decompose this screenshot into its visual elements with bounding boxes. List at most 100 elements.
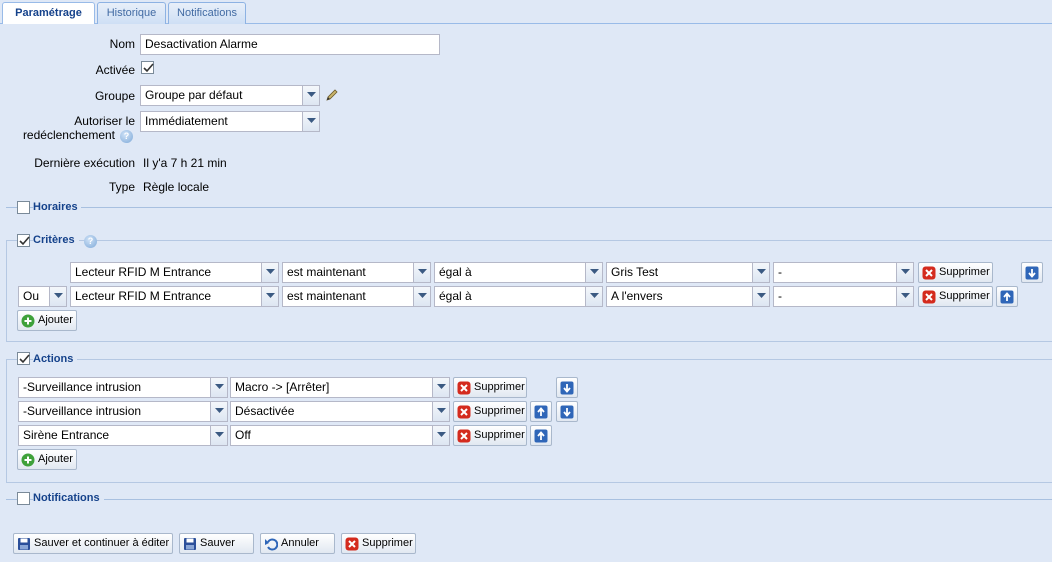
chevron-down-icon[interactable]: [432, 378, 449, 397]
criteria-value-value: A l'envers: [611, 289, 663, 303]
chevron-down-icon[interactable]: [261, 287, 278, 306]
criteria-device-value: Lecteur RFID M Entrance: [75, 265, 212, 279]
action-command-value: Macro -> [Arrêter]: [235, 380, 330, 394]
criteria-delete-button[interactable]: Supprimer: [918, 262, 993, 283]
criteria-delete-label: Supprimer: [939, 290, 990, 302]
criteria-extra-select[interactable]: -: [773, 286, 914, 307]
move-down-button[interactable]: [556, 401, 578, 422]
criteria-delete-label: Supprimer: [939, 266, 990, 278]
save-label: Sauver: [200, 537, 235, 549]
chevron-down-icon[interactable]: [210, 378, 227, 397]
arrow-down-icon: [560, 405, 574, 419]
chevron-down-icon[interactable]: [896, 263, 913, 282]
pencil-icon[interactable]: [324, 87, 340, 103]
arrow-up-icon: [1000, 290, 1014, 304]
criteria-delete-button[interactable]: Supprimer: [918, 286, 993, 307]
notifications-checkbox[interactable]: [17, 492, 30, 505]
criteria-device-select[interactable]: Lecteur RFID M Entrance: [70, 286, 279, 307]
chevron-down-icon[interactable]: [413, 287, 430, 306]
notifications-legend: Notifications: [33, 492, 104, 504]
redeclenchement-label-line1: Autoriser le: [74, 114, 135, 128]
tab-notifications[interactable]: Notifications: [168, 2, 246, 24]
action-delete-label: Supprimer: [474, 429, 525, 441]
criteria-extra-value: -: [778, 265, 782, 279]
criteria-state-value: est maintenant: [287, 265, 366, 279]
save-continue-label: Sauver et continuer à éditer: [34, 537, 170, 549]
chevron-down-icon[interactable]: [302, 112, 319, 131]
chevron-down-icon[interactable]: [585, 263, 602, 282]
delete-rule-button[interactable]: Supprimer: [341, 533, 416, 554]
chevron-down-icon[interactable]: [302, 86, 319, 105]
tab-bar: Paramétrage Historique Notifications: [0, 0, 1052, 25]
activee-checkbox[interactable]: [141, 61, 154, 74]
action-delete-button[interactable]: Supprimer: [453, 377, 527, 398]
help-icon[interactable]: ?: [84, 235, 97, 248]
help-icon[interactable]: ?: [120, 130, 133, 143]
tab-parametrage[interactable]: Paramétrage: [2, 2, 95, 25]
action-command-select[interactable]: Off: [230, 425, 450, 446]
action-target-select[interactable]: -Surveillance intrusion: [18, 401, 228, 422]
criteria-compare-select[interactable]: égal à: [434, 262, 603, 283]
chevron-down-icon[interactable]: [49, 287, 66, 306]
criteria-operator-select[interactable]: Ou: [18, 286, 67, 307]
redeclenchement-select[interactable]: Immédiatement: [140, 111, 320, 132]
add-icon: [21, 453, 35, 467]
chevron-down-icon[interactable]: [432, 402, 449, 421]
horaires-checkbox[interactable]: [17, 201, 30, 214]
action-delete-label: Supprimer: [474, 381, 525, 393]
criteria-device-select[interactable]: Lecteur RFID M Entrance: [70, 262, 279, 283]
chevron-down-icon[interactable]: [413, 263, 430, 282]
chevron-down-icon[interactable]: [585, 287, 602, 306]
move-up-button[interactable]: [530, 401, 552, 422]
cancel-button[interactable]: Annuler: [260, 533, 335, 554]
type-value: Règle locale: [143, 180, 210, 194]
criteria-compare-select[interactable]: égal à: [434, 286, 603, 307]
add-action-label: Ajouter: [38, 453, 73, 465]
action-target-select[interactable]: -Surveillance intrusion: [18, 377, 228, 398]
chevron-down-icon[interactable]: [752, 263, 769, 282]
arrow-down-icon: [560, 381, 574, 395]
criteres-checkbox[interactable]: [17, 234, 30, 247]
derniere-execution-value: Il y'a 7 h 21 min: [143, 156, 227, 170]
horaires-divider: [6, 207, 1052, 208]
undo-icon: [265, 538, 278, 551]
move-down-button[interactable]: [556, 377, 578, 398]
action-command-select[interactable]: Désactivée: [230, 401, 450, 422]
criteria-state-value: est maintenant: [287, 289, 366, 303]
horaires-legend: Horaires: [33, 201, 81, 213]
nom-input[interactable]: Desactivation Alarme: [140, 34, 440, 55]
chevron-down-icon[interactable]: [210, 402, 227, 421]
move-up-button[interactable]: [530, 425, 552, 446]
nom-label: Nom: [109, 37, 135, 51]
criteria-state-select[interactable]: est maintenant: [282, 262, 431, 283]
action-command-select[interactable]: Macro -> [Arrêter]: [230, 377, 450, 398]
criteria-operator-value: Ou: [23, 289, 40, 303]
chevron-down-icon[interactable]: [210, 426, 227, 445]
chevron-down-icon[interactable]: [752, 287, 769, 306]
move-up-button[interactable]: [996, 286, 1018, 307]
arrow-up-icon: [534, 405, 548, 419]
tab-historique[interactable]: Historique: [97, 2, 166, 24]
groupe-select[interactable]: Groupe par défaut: [140, 85, 320, 106]
criteria-extra-select[interactable]: -: [773, 262, 914, 283]
chevron-down-icon[interactable]: [261, 263, 278, 282]
move-down-button[interactable]: [1021, 262, 1043, 283]
chevron-down-icon[interactable]: [432, 426, 449, 445]
action-target-value: -Surveillance intrusion: [23, 404, 142, 418]
criteria-compare-value: égal à: [439, 265, 472, 279]
chevron-down-icon[interactable]: [896, 287, 913, 306]
action-delete-button[interactable]: Supprimer: [453, 425, 527, 446]
action-delete-button[interactable]: Supprimer: [453, 401, 527, 422]
check-icon: [19, 354, 30, 364]
add-action-button[interactable]: Ajouter: [17, 449, 77, 470]
action-target-select[interactable]: Sirène Entrance: [18, 425, 228, 446]
criteria-value-select[interactable]: A l'envers: [606, 286, 770, 307]
criteria-state-select[interactable]: est maintenant: [282, 286, 431, 307]
save-continue-button[interactable]: Sauver et continuer à éditer: [13, 533, 173, 554]
save-button[interactable]: Sauver: [179, 533, 254, 554]
add-criteria-button[interactable]: Ajouter: [17, 310, 77, 331]
criteria-value-select[interactable]: Gris Test: [606, 262, 770, 283]
actions-checkbox[interactable]: [17, 352, 30, 365]
delete-icon: [922, 266, 936, 280]
redeclenchement-label-line2: redéclenchement: [22, 128, 115, 142]
